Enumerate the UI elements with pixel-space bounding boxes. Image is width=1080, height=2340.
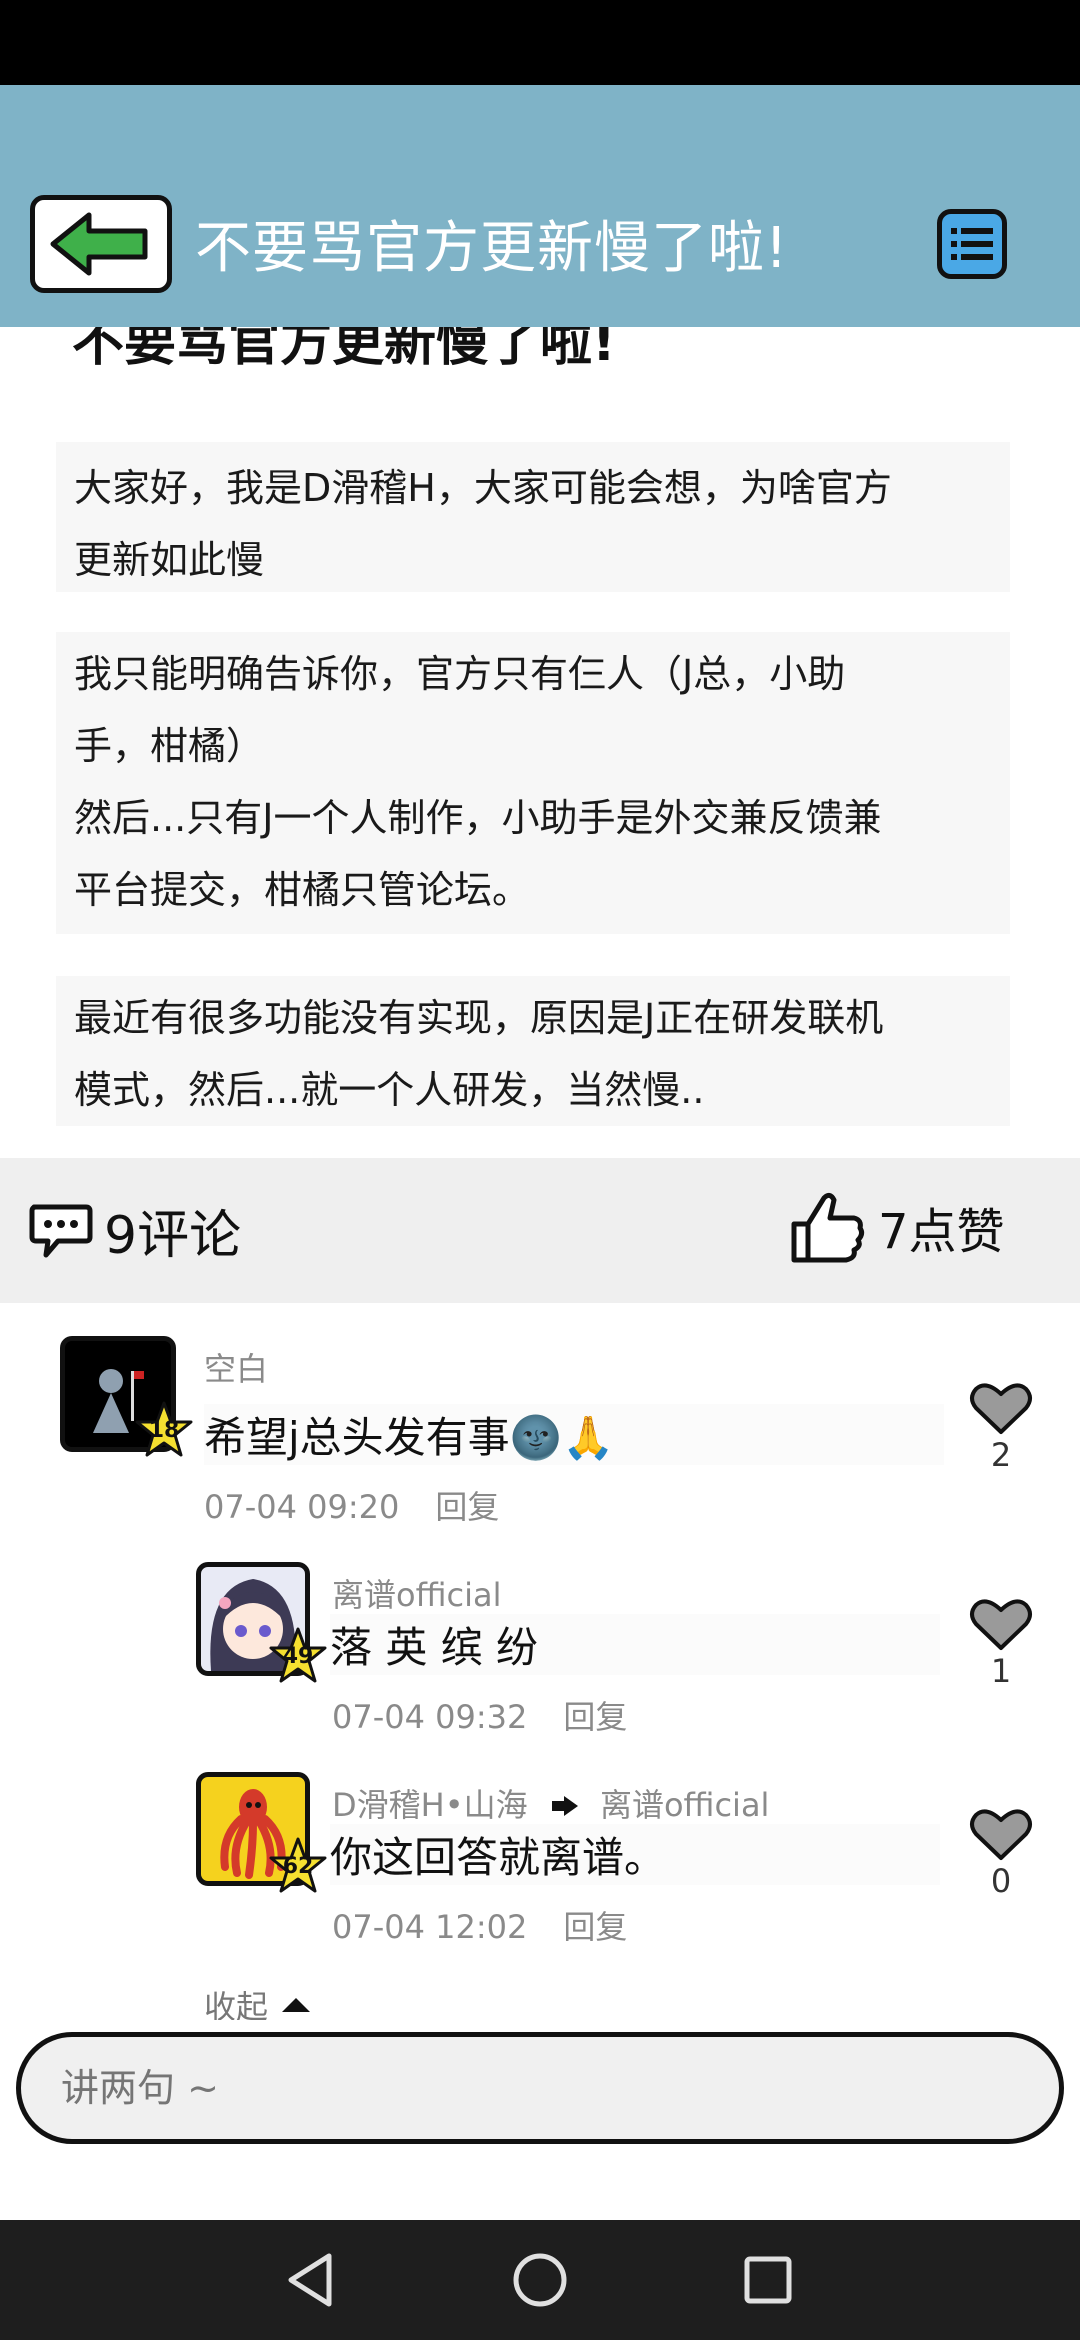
reply-button[interactable]: 回复 bbox=[563, 1698, 627, 1736]
comment-like-count: 1 bbox=[990, 1652, 1012, 1690]
comment-like[interactable]: 0 bbox=[966, 1806, 1036, 1900]
comment-username[interactable]: 离谱official bbox=[332, 1570, 502, 1616]
like-count: 7点赞 bbox=[878, 1204, 1005, 1260]
comment-text: 落 英 缤 纷 bbox=[330, 1614, 940, 1675]
menu-button[interactable] bbox=[937, 209, 1007, 279]
level-badge: 62 bbox=[268, 1836, 328, 1896]
reply-button[interactable]: 回复 bbox=[563, 1908, 627, 1946]
comment-input[interactable] bbox=[16, 2032, 1064, 2144]
reply-author[interactable]: D滑稽H•山海 bbox=[332, 1786, 528, 1824]
comment-meta: 07-04 09:32 回复 bbox=[332, 1692, 627, 1738]
reply-target[interactable]: 离谱official bbox=[600, 1786, 770, 1824]
comment-bubble-icon bbox=[29, 1204, 93, 1257]
comment-meta: 07-04 12:02 回复 bbox=[332, 1902, 627, 1948]
menu-list-icon bbox=[951, 228, 993, 260]
likes-stat[interactable]: 7点赞 bbox=[790, 1190, 1005, 1264]
comment-time: 07-04 12:02 bbox=[332, 1908, 528, 1946]
system-nav-bar bbox=[0, 2220, 1080, 2340]
nav-recents-icon bbox=[744, 2256, 792, 2304]
thumbs-up-icon bbox=[791, 1192, 865, 1263]
heart-icon bbox=[970, 1383, 1032, 1434]
collapse-replies-button[interactable]: 收起 bbox=[204, 1990, 311, 2020]
article-paragraph: 最近有很多功能没有实现，原因是J正在研发联机 模式，然后...就一个人研发，当然… bbox=[56, 976, 1010, 1126]
heart-icon bbox=[970, 1599, 1032, 1650]
comment-time: 07-04 09:32 bbox=[332, 1698, 528, 1736]
stats-bar: 9评论 7点赞 bbox=[0, 1158, 1080, 1303]
comment-count: 9评论 bbox=[104, 1206, 242, 1266]
nav-back-icon bbox=[288, 2253, 332, 2307]
comment-like[interactable]: 1 bbox=[966, 1596, 1036, 1690]
nav-back-button[interactable] bbox=[280, 2250, 340, 2310]
comment-like[interactable]: 2 bbox=[966, 1380, 1036, 1474]
comment-text: 希望j总头发有事🌚🙏 bbox=[204, 1404, 944, 1465]
comments-stat[interactable]: 9评论 bbox=[28, 1193, 241, 1268]
nav-home-button[interactable] bbox=[510, 2250, 570, 2310]
comment-like-count: 2 bbox=[990, 1436, 1012, 1474]
back-button[interactable] bbox=[30, 195, 172, 293]
level-badge: 18 bbox=[134, 1400, 194, 1460]
page-title: 不要骂官方更新慢了啦! bbox=[195, 216, 789, 281]
status-bar bbox=[0, 0, 1080, 85]
article-paragraph: 我只能明确告诉你，官方只有仨人（J总，小助 手，柑橘） 然后...只有J一个人制… bbox=[56, 632, 1010, 934]
comment-like-count: 0 bbox=[990, 1862, 1012, 1900]
comment-text: 你这回答就离谱。 bbox=[330, 1824, 940, 1885]
level-badge: 49 bbox=[268, 1626, 328, 1686]
comment-time: 07-04 09:20 bbox=[204, 1488, 400, 1526]
article-paragraph: 大家好，我是D滑稽H，大家可能会想，为啥官方 更新如此慢 bbox=[56, 442, 1010, 592]
comment-input-area bbox=[0, 2020, 1080, 2220]
comment-meta: 07-04 09:20 回复 bbox=[204, 1482, 499, 1528]
chevron-up-icon bbox=[282, 1998, 311, 2012]
reply-arrow-icon bbox=[551, 1796, 578, 1816]
nav-recents-button[interactable] bbox=[738, 2250, 798, 2310]
heart-icon bbox=[970, 1809, 1032, 1860]
back-arrow-icon bbox=[50, 212, 148, 276]
comment-username[interactable]: 空白 bbox=[204, 1344, 268, 1390]
app-bar: 不要骂官方更新慢了啦! bbox=[0, 85, 1080, 327]
reply-button[interactable]: 回复 bbox=[435, 1488, 499, 1526]
nav-home-icon bbox=[513, 2253, 567, 2307]
comment-username: D滑稽H•山海 离谱official bbox=[332, 1780, 769, 1826]
